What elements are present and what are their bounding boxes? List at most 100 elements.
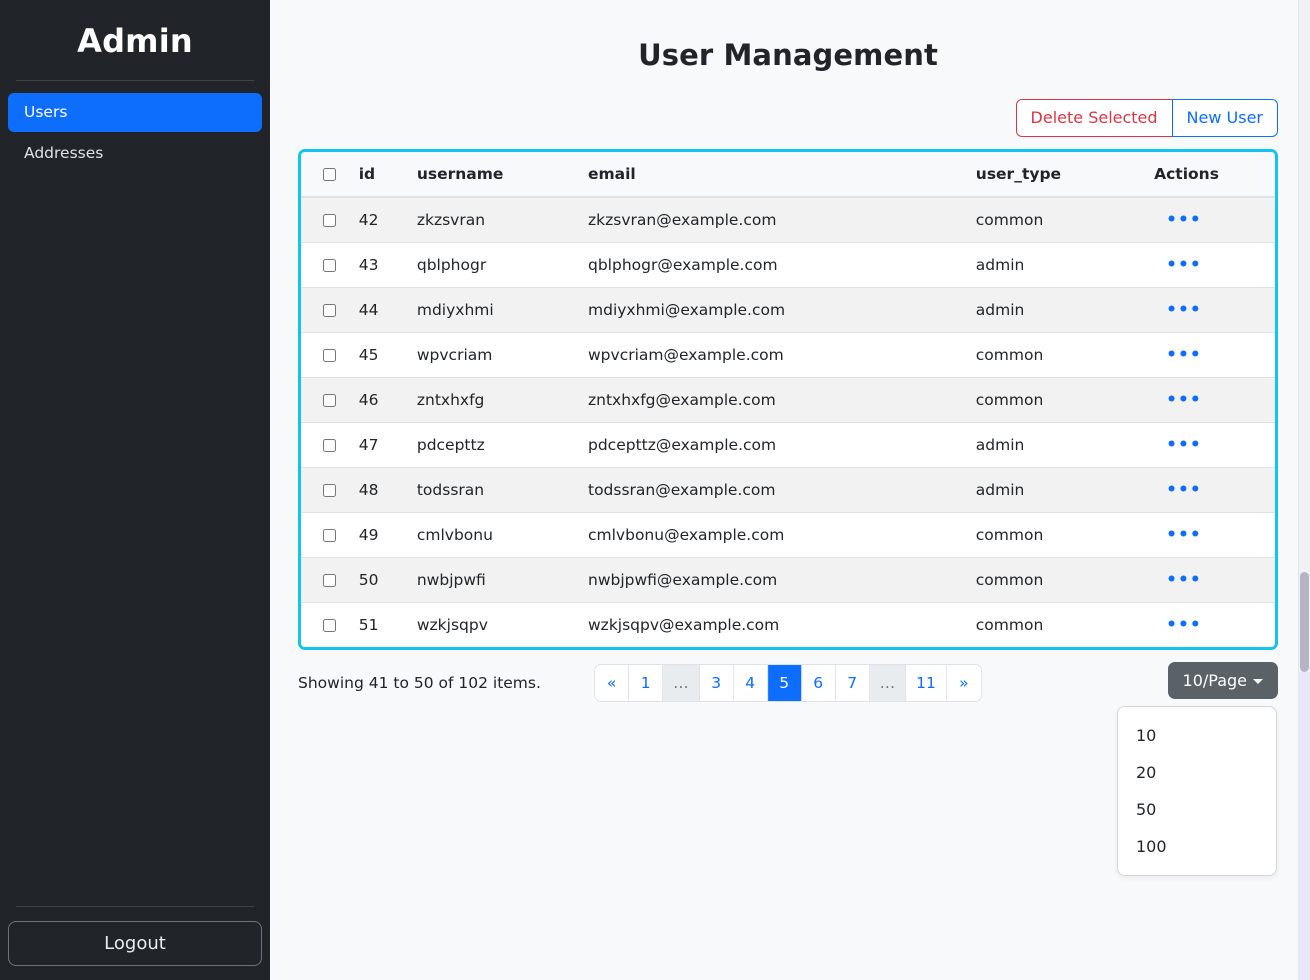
cell-actions: ••• <box>1140 287 1275 334</box>
per-page-button[interactable]: 10/Page <box>1167 662 1278 700</box>
cell-username: zkzsvran <box>408 197 580 244</box>
table-footer: Showing 41 to 50 of 102 items. «1… 3 4 5 6 7…… <box>298 662 1278 877</box>
row-actions-menu-icon[interactable]: ••• <box>1166 392 1202 409</box>
row-actions-menu-icon[interactable]: ••• <box>1166 572 1202 589</box>
per-page-option-20[interactable]: 20 <box>1118 754 1276 791</box>
cell-email: wpvcriam@example.com <box>580 332 964 379</box>
table-row[interactable]: 45 wpvcriam wpvcriam@example.com common ••• <box>301 332 1275 379</box>
cell-actions: ••• <box>1140 603 1275 648</box>
cell-email: cmlvbonu@example.com <box>580 512 964 559</box>
admin-app: Admin Users Addresses Logout User Manage… <box>0 0 1310 980</box>
column-header-user-type[interactable]: user_type <box>963 152 1141 199</box>
row-select-checkbox[interactable] <box>323 439 336 453</box>
row-actions-menu-icon[interactable]: ••• <box>1166 527 1202 544</box>
row-select-cell <box>301 197 349 244</box>
table-row[interactable]: 44 mdiyxhmi mdiyxhmi@example.com admin ••• <box>301 287 1275 334</box>
row-select-checkbox[interactable] <box>323 529 336 543</box>
row-select-checkbox[interactable] <box>323 484 336 498</box>
cell-email: qblphogr@example.com <box>580 242 964 289</box>
row-actions-menu-icon[interactable]: ••• <box>1166 347 1202 364</box>
delete-selected-button[interactable]: Delete Selected <box>1015 99 1172 138</box>
row-select-cell <box>301 332 349 379</box>
cell-username: qblphogr <box>408 242 580 289</box>
pagination-item-5[interactable]: 5 <box>767 665 802 702</box>
cell-id: 42 <box>348 197 409 244</box>
users-table-body: 42 zkzsvran zkzsvran@example.com common ••• 4… <box>301 197 1275 648</box>
sidebar-item-users[interactable]: Users <box>8 93 262 132</box>
sidebar: Admin Users Addresses Logout <box>0 0 270 980</box>
select-all-checkbox[interactable] <box>323 168 336 182</box>
cell-username: zntxhxfg <box>408 377 580 424</box>
row-select-checkbox[interactable] <box>323 394 336 408</box>
brand-title: Admin <box>77 22 193 60</box>
table-header-row: id username email user_type Actions <box>301 152 1275 199</box>
pagination: «1… 3 4 5 6 7… 11» <box>595 665 981 702</box>
per-page-option-10[interactable]: 10 <box>1118 717 1276 754</box>
row-select-cell <box>301 377 349 424</box>
table-row[interactable]: 48 todssran todssran@example.com admin ••• <box>301 467 1275 514</box>
pagination-item-1[interactable]: 1 <box>629 665 664 702</box>
row-select-checkbox[interactable] <box>323 349 336 363</box>
table-row[interactable]: 49 cmlvbonu cmlvbonu@example.com common ••• <box>301 512 1275 559</box>
per-page-option-50[interactable]: 50 <box>1118 791 1276 828</box>
table-row[interactable]: 46 zntxhxfg zntxhxfg@example.com common ••• <box>301 377 1275 424</box>
cell-username: pdcepttz <box>408 422 580 469</box>
cell-id: 49 <box>348 512 409 559</box>
row-actions-menu-icon[interactable]: ••• <box>1166 437 1202 454</box>
column-header-actions: Actions <box>1140 152 1275 199</box>
cell-username: nwbjpwfi <box>408 557 580 604</box>
sidebar-item-addresses[interactable]: Addresses <box>8 134 262 173</box>
pagination-item-3[interactable]: 3 <box>699 665 734 702</box>
sidebar-divider-top <box>16 80 254 81</box>
page-scrollbar-thumb[interactable] <box>1300 572 1309 672</box>
row-select-cell <box>301 467 349 514</box>
cell-actions: ••• <box>1140 467 1275 514</box>
cell-id: 48 <box>348 467 409 514</box>
chevron-down-icon <box>1253 679 1263 685</box>
row-select-checkbox[interactable] <box>323 619 336 633</box>
row-actions-menu-icon[interactable]: ••• <box>1166 482 1202 499</box>
table-row[interactable]: 42 zkzsvran zkzsvran@example.com common ••• <box>301 197 1275 244</box>
per-page-control: 10/Page 10 20 50 100 <box>1117 662 1278 877</box>
cell-user-type: common <box>963 512 1141 559</box>
row-select-cell <box>301 512 349 559</box>
sidebar-nav: Users Addresses <box>6 93 264 173</box>
cell-actions: ••• <box>1140 512 1275 559</box>
column-header-id[interactable]: id <box>348 152 409 199</box>
table-row[interactable]: 51 wzkjsqpv wzkjsqpv@example.com common ••• <box>301 602 1275 648</box>
row-actions-menu-icon[interactable]: ••• <box>1166 617 1202 634</box>
column-header-username[interactable]: username <box>408 152 580 199</box>
row-actions-menu-icon[interactable]: ••• <box>1166 302 1202 319</box>
row-actions-menu-icon[interactable]: ••• <box>1166 257 1202 274</box>
per-page-option-100[interactable]: 100 <box>1118 828 1276 865</box>
cell-actions: ••• <box>1140 422 1275 469</box>
row-select-checkbox[interactable] <box>323 214 336 228</box>
logout-button[interactable]: Logout <box>8 921 262 966</box>
row-select-cell <box>301 287 349 334</box>
row-select-checkbox[interactable] <box>323 259 336 273</box>
cell-username: todssran <box>408 467 580 514</box>
pagination-item-ellipsis: … <box>663 665 700 702</box>
table-row[interactable]: 43 qblphogr qblphogr@example.com admin ••• <box>301 242 1275 289</box>
page-scrollbar-lower-track[interactable] <box>1298 672 1310 980</box>
row-actions-menu-icon[interactable]: ••• <box>1166 212 1202 229</box>
pagination-item-»[interactable]: » <box>946 665 981 702</box>
select-all-header <box>301 152 349 199</box>
pagination-item-7[interactable]: 7 <box>835 665 870 702</box>
table-row[interactable]: 47 pdcepttz pdcepttz@example.com admin ••• <box>301 422 1275 469</box>
main-content: User Management Delete Selected New User… <box>270 0 1310 980</box>
column-header-email[interactable]: email <box>580 152 964 199</box>
cell-email: pdcepttz@example.com <box>580 422 964 469</box>
pagination-item-6[interactable]: 6 <box>801 665 836 702</box>
pagination-item-11[interactable]: 11 <box>906 665 947 702</box>
table-row[interactable]: 50 nwbjpwfi nwbjpwfi@example.com common ••• <box>301 557 1275 604</box>
row-select-checkbox[interactable] <box>323 304 336 318</box>
pagination-item-4[interactable]: 4 <box>733 665 768 702</box>
new-user-button[interactable]: New User <box>1171 99 1278 138</box>
pagination-item-«[interactable]: « <box>595 665 630 702</box>
cell-username: mdiyxhmi <box>408 287 580 334</box>
cell-id: 50 <box>348 557 409 604</box>
sidebar-item-label: Users <box>24 103 68 121</box>
row-select-checkbox[interactable] <box>323 574 336 588</box>
per-page-label: 10/Page <box>1182 671 1247 691</box>
